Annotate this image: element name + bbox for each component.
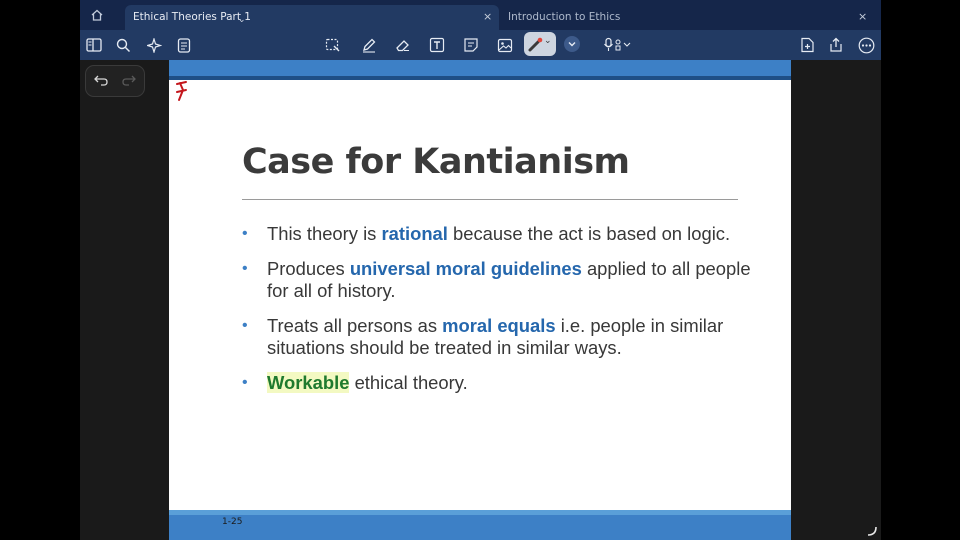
tab-introduction-to-ethics[interactable]: Introduction to Ethics × xyxy=(500,5,880,30)
sidebar-icon[interactable] xyxy=(83,35,105,55)
chevron-down-icon[interactable] xyxy=(564,36,580,52)
pen-icon[interactable] xyxy=(358,35,380,55)
bullet-highlight: moral equals xyxy=(442,314,556,336)
sparkle-icon[interactable] xyxy=(143,35,165,55)
home-icon[interactable] xyxy=(90,7,114,25)
bullet-list: • This theory is rational because the ac… xyxy=(242,223,762,406)
list-item: • Workable ethical theory. xyxy=(242,371,762,395)
laser-pointer-button[interactable]: ⌄ xyxy=(524,32,556,56)
slide-page: Case for Kantianism • This theory is rat… xyxy=(169,60,791,540)
page-number: 1-25 xyxy=(222,517,243,527)
slide-header-bar-accent xyxy=(169,76,791,80)
laser-pointer-icon xyxy=(527,35,545,57)
bullet-dot: • xyxy=(242,316,248,334)
text-box-icon[interactable] xyxy=(426,35,448,55)
bullet-text: Produces xyxy=(267,257,350,279)
undo-redo-panel xyxy=(85,65,145,97)
add-page-icon[interactable] xyxy=(796,35,818,55)
list-item: • This theory is rational because the ac… xyxy=(242,223,762,246)
close-icon[interactable]: × xyxy=(858,10,867,23)
tab-label: Ethical Theories Part 1 xyxy=(133,11,251,23)
bullet-text: This theory is xyxy=(267,223,382,244)
bullet-dot: • xyxy=(242,225,248,242)
share-icon[interactable] xyxy=(825,35,847,55)
pen-annotation-mark xyxy=(174,80,190,106)
microphone-icon[interactable] xyxy=(602,35,634,55)
list-item: • Produces universal moral guidelines ap… xyxy=(242,258,762,303)
bullet-highlight: rational xyxy=(381,223,448,244)
app-window: Ethical Theories Part 1 ⌄ × Introduction… xyxy=(80,0,881,540)
chevron-down-icon[interactable]: ⌄ xyxy=(238,15,246,25)
more-icon[interactable] xyxy=(855,35,877,55)
bullet-highlight-workable: Workable xyxy=(267,371,350,393)
list-item: • Treats all persons as moral equals i.e… xyxy=(242,315,762,360)
sticky-note-icon[interactable] xyxy=(460,35,482,55)
bullet-dot: • xyxy=(242,373,248,391)
bullet-text: Treats all persons as xyxy=(267,314,443,336)
lasso-icon[interactable] xyxy=(322,35,344,55)
slide-footer-bar-accent xyxy=(169,510,791,515)
document-icon[interactable] xyxy=(173,35,195,55)
eraser-icon[interactable] xyxy=(392,35,414,55)
search-icon[interactable] xyxy=(112,35,134,55)
chevron-down-icon: ⌄ xyxy=(544,36,552,46)
tab-ethical-theories[interactable]: Ethical Theories Part 1 ⌄ × xyxy=(125,5,499,30)
bullet-text: ethical theory. xyxy=(349,371,468,393)
title-divider xyxy=(242,199,738,200)
slide-header-bar xyxy=(169,60,791,76)
tab-label: Introduction to Ethics xyxy=(508,11,621,23)
image-icon[interactable] xyxy=(494,35,516,55)
bullet-highlight: universal moral guidelines xyxy=(349,257,582,279)
tab-bar: Ethical Theories Part 1 ⌄ × Introduction… xyxy=(80,0,881,30)
undo-icon[interactable] xyxy=(93,72,109,92)
slide-title: Case for Kantianism xyxy=(242,142,630,182)
close-icon[interactable]: × xyxy=(483,10,492,23)
bullet-text: because the act is based on logic. xyxy=(447,223,731,244)
bullet-dot: • xyxy=(242,259,248,277)
redo-icon[interactable] xyxy=(121,72,137,92)
resize-handle-icon[interactable] xyxy=(866,522,878,540)
toolbar: ⌄ xyxy=(80,30,881,60)
